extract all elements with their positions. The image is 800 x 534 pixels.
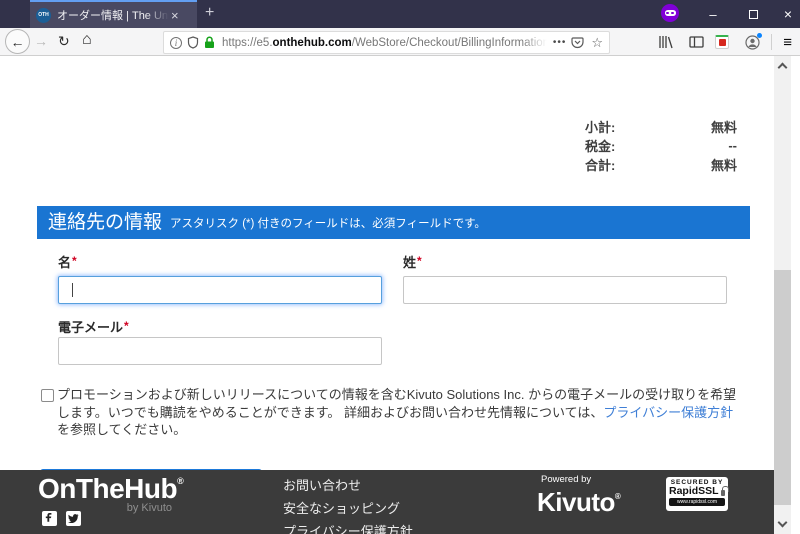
- total-label: 合計:: [585, 155, 615, 174]
- scrollbar-thumb[interactable]: [774, 270, 791, 505]
- newsletter-consent: プロモーションおよび新しいリリースについての情報を含むKivuto Soluti…: [41, 386, 741, 439]
- section-subtitle: アスタリスク (*) 付きのフィールドは、必須フィールドです。: [170, 209, 486, 231]
- pocket-icon[interactable]: [571, 36, 584, 49]
- summary-row-total: 合計: 無料: [585, 155, 737, 174]
- first-name-input[interactable]: [58, 276, 382, 304]
- page-viewport: 小計: 無料 税金: -- 合計: 無料 連絡先の情報 アスタリスク (*) 付…: [0, 56, 792, 534]
- site-favicon-icon: OTH: [36, 8, 51, 23]
- first-name-label: 名*: [58, 252, 77, 271]
- tax-label: 税金:: [585, 136, 615, 155]
- subtotal-value: 無料: [711, 117, 737, 136]
- section-header: 連絡先の情報 アスタリスク (*) 付きのフィールドは、必須フィールドです。: [37, 206, 750, 239]
- back-button[interactable]: ←: [5, 29, 30, 54]
- footer-link-contact[interactable]: お問い合わせ: [283, 479, 413, 492]
- tracking-protection-shield-icon[interactable]: [187, 36, 199, 49]
- ssl-lock-icon: [721, 490, 725, 496]
- menu-hamburger-icon[interactable]: ≡: [783, 34, 792, 51]
- total-value: 無料: [711, 155, 737, 174]
- browser-window: OTH オーダー情報 | The University of T × + – ×…: [0, 0, 800, 534]
- facebook-icon[interactable]: [42, 511, 57, 526]
- last-name-input[interactable]: [403, 276, 727, 304]
- private-browsing-mask-icon: [661, 4, 679, 22]
- bookmark-star-icon[interactable]: ☆: [591, 35, 603, 51]
- footer-link-privacy[interactable]: プライバシー保護方針: [283, 525, 413, 534]
- forward-button[interactable]: →: [34, 33, 48, 49]
- page-footer: OnTheHub® by Kivuto お問い合わせ 安全なショッピング プライ…: [0, 470, 774, 534]
- footer-link-safe-shopping[interactable]: 安全なショッピング: [283, 502, 413, 515]
- home-button[interactable]: ⌂: [82, 31, 92, 49]
- email-label: 電子メール*: [58, 317, 129, 336]
- page-info-icon[interactable]: i: [170, 37, 182, 49]
- sidebar-toggle-icon[interactable]: [689, 36, 704, 48]
- required-asterisk: *: [417, 254, 422, 268]
- social-icons: [42, 511, 81, 526]
- tax-value: --: [728, 138, 737, 153]
- email-input[interactable]: [58, 337, 382, 365]
- kivuto-logo: Powered by Kivuto®: [537, 474, 620, 514]
- library-icon[interactable]: [658, 35, 673, 49]
- rapidssl-url: www.rapidssl.com: [669, 498, 725, 506]
- browser-tab[interactable]: OTH オーダー情報 | The University of T ×: [30, 0, 197, 28]
- new-tab-button[interactable]: +: [205, 4, 214, 22]
- powered-by-text: Powered by: [541, 474, 620, 485]
- summary-row-subtotal: 小計: 無料: [585, 117, 737, 136]
- notification-dot: [757, 33, 762, 38]
- titlebar: OTH オーダー情報 | The University of T × + – ×: [0, 0, 800, 28]
- summary-row-tax: 税金: --: [585, 136, 737, 155]
- extension-icon[interactable]: [715, 35, 729, 49]
- https-lock-icon[interactable]: [204, 36, 215, 49]
- subtotal-label: 小計:: [585, 117, 615, 136]
- url-text: https://e5.onthehub.com/WebStore/Checkou…: [222, 37, 547, 49]
- required-asterisk: *: [124, 319, 129, 333]
- toolbar-divider: [771, 34, 772, 50]
- window-edge: [791, 56, 800, 534]
- consent-text: プロモーションおよび新しいリリースについての情報を含むKivuto Soluti…: [57, 386, 741, 439]
- tab-close-icon[interactable]: ×: [171, 9, 179, 22]
- section-title: 連絡先の情報: [48, 205, 162, 234]
- reload-button[interactable]: ↻: [58, 33, 70, 50]
- navigation-toolbar: ← → ↻ ⌂ i https://e5.onthehub.com/WebSto…: [0, 28, 800, 56]
- last-name-label: 姓*: [403, 252, 422, 271]
- window-maximize-button[interactable]: [738, 0, 768, 28]
- maximize-icon: [749, 10, 758, 19]
- page-actions-icon[interactable]: •••: [553, 37, 567, 48]
- privacy-policy-link[interactable]: プライバシー保護方針: [603, 405, 733, 420]
- window-close-button[interactable]: ×: [773, 0, 800, 28]
- toolbar-right-icons: ≡: [653, 28, 792, 56]
- url-bar[interactable]: i https://e5.onthehub.com/WebStore/Check…: [163, 31, 610, 54]
- twitter-icon[interactable]: [66, 511, 81, 526]
- rapidssl-name: RapidSSL: [669, 486, 719, 496]
- account-profile-icon[interactable]: [745, 35, 760, 50]
- order-summary: 小計: 無料 税金: -- 合計: 無料: [585, 117, 737, 174]
- text-cursor: [72, 283, 73, 297]
- footer-links: お問い合わせ 安全なショッピング プライバシー保護方針: [283, 479, 413, 534]
- newsletter-checkbox[interactable]: [41, 389, 54, 402]
- rapidssl-seal[interactable]: SECURED BY RapidSSL www.rapidssl.com: [666, 477, 728, 511]
- window-minimize-button[interactable]: –: [698, 0, 728, 28]
- tab-title: オーダー情報 | The University of T: [57, 7, 169, 23]
- onthehub-logo: OnTheHub®: [38, 473, 183, 505]
- required-asterisk: *: [72, 254, 77, 268]
